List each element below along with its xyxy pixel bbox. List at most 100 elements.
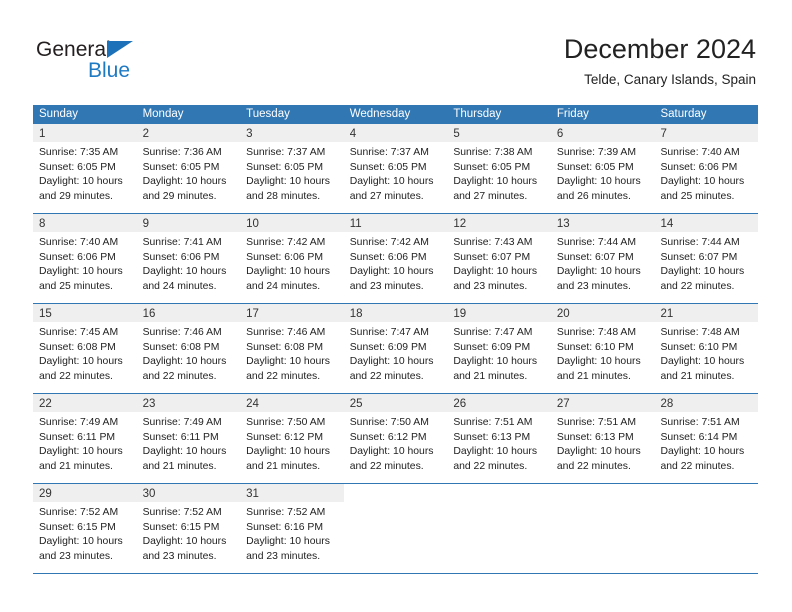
sunset-text: Sunset: 6:09 PM	[453, 341, 531, 353]
daylight-text-line1: Daylight: 10 hours	[660, 356, 745, 368]
sunrise-text: Sunrise: 7:37 AM	[349, 147, 429, 158]
day-number-bar: 31	[240, 484, 344, 502]
sunset-text: Sunset: 6:05 PM	[556, 161, 634, 173]
calendar-day-cell[interactable]: 9 Sunrise: 7:41 AM Sunset: 6:06 PM Daylight…	[136, 214, 241, 303]
calendar-day-cell[interactable]: 13 Sunrise: 7:44 AM Sunset: 6:07 PM Dayligh…	[550, 214, 655, 303]
weekday-header-saturday: Saturday	[660, 108, 707, 120]
day-number-bar: 20	[550, 304, 655, 322]
day-number-bar: 13	[550, 214, 655, 232]
day-number: 11	[349, 218, 362, 230]
daylight-text-line2: and 21 minutes.	[453, 370, 528, 382]
daylight-text-line1: Daylight: 10 hours	[142, 536, 227, 548]
daylight-text-line1: Daylight: 10 hours	[453, 356, 538, 368]
calendar-day-cell[interactable]: 26 Sunrise: 7:51 AM Sunset: 6:13 PM Dayligh…	[447, 394, 551, 483]
day-details: Sunrise: 7:51 AM Sunset: 6:13 PM Daylight:…	[551, 412, 655, 474]
calendar-day-cell[interactable]: 8 Sunrise: 7:40 AM Sunset: 6:06 PM Daylight…	[33, 214, 137, 303]
calendar-day-cell[interactable]: 19 Sunrise: 7:47 AM Sunset: 6:09 PM Dayligh…	[447, 304, 551, 393]
sunrise-text: Sunrise: 7:36 AM	[142, 147, 222, 158]
calendar-day-cell[interactable]: 24 Sunrise: 7:50 AM Sunset: 6:12 PM Dayligh…	[240, 394, 344, 483]
calendar-day-cell[interactable]: 28 Sunrise: 7:51 AM Sunset: 6:14 PM Dayligh…	[654, 394, 759, 483]
calendar-day-cell[interactable]: 3 Sunrise: 7:37 AM Sunset: 6:05 PM Daylight…	[240, 124, 344, 213]
calendar-page: General Blue December 2024 Telde, Canary…	[0, 0, 792, 612]
calendar-day-cell[interactable]: 29 Sunrise: 7:52 AM Sunset: 6:15 PM Dayligh…	[33, 484, 137, 573]
sunrise-text: Sunrise: 7:40 AM	[39, 237, 119, 248]
daylight-text-line1: Daylight: 10 hours	[349, 176, 434, 188]
daylight-text-line1: Daylight: 10 hours	[556, 446, 641, 458]
title-block: December 2024 Telde, Canary Islands, Spa…	[564, 33, 756, 88]
daylight-text-line1: Daylight: 10 hours	[453, 176, 538, 188]
calendar-day-cell[interactable]: 11 Sunrise: 7:42 AM Sunset: 6:06 PM Dayligh…	[343, 214, 448, 303]
day-number: 8	[39, 218, 46, 230]
day-number: 17	[246, 308, 259, 320]
day-number-bar: 8	[33, 214, 137, 232]
calendar-day-cell[interactable]: 21 Sunrise: 7:48 AM Sunset: 6:10 PM Dayligh…	[654, 304, 759, 393]
daylight-text-line2: and 22 minutes.	[453, 460, 528, 472]
day-number: 30	[142, 488, 156, 500]
daylight-text-line1: Daylight: 10 hours	[246, 266, 330, 278]
day-details: Sunrise: 7:38 AM Sunset: 6:05 PM Daylight:…	[447, 142, 551, 204]
daylight-text-line2: and 23 minutes.	[246, 550, 321, 562]
daylight-text-line1: Daylight: 10 hours	[349, 446, 434, 458]
sunrise-text: Sunrise: 7:52 AM	[39, 507, 119, 518]
calendar-day-cell[interactable]: 6 Sunrise: 7:39 AM Sunset: 6:05 PM Daylight…	[550, 124, 655, 213]
weekday-header-thursday: Thursday	[453, 108, 502, 120]
day-number-bar: 2	[136, 124, 241, 142]
calendar-day-cell[interactable]: 18 Sunrise: 7:47 AM Sunset: 6:09 PM Dayligh…	[343, 304, 448, 393]
day-number: 24	[246, 398, 259, 410]
calendar-day-cell[interactable]: 22 Sunrise: 7:49 AM Sunset: 6:11 PM Dayligh…	[33, 394, 137, 483]
day-number: 6	[556, 128, 564, 140]
sunset-text: Sunset: 6:12 PM	[349, 431, 427, 443]
day-details: Sunrise: 7:52 AM Sunset: 6:15 PM Daylight:…	[33, 502, 137, 564]
calendar-day-cell[interactable]: 7 Sunrise: 7:40 AM Sunset: 6:06 PM Daylight…	[654, 124, 759, 213]
logo-triangle-icon	[107, 41, 133, 58]
calendar-day-cell-empty	[550, 484, 655, 573]
sunrise-text: Sunrise: 7:42 AM	[246, 237, 326, 248]
day-number: 31	[246, 488, 259, 500]
sunrise-text: Sunrise: 7:50 AM	[349, 417, 429, 428]
sunrise-text: Sunrise: 7:38 AM	[453, 147, 533, 158]
calendar-day-cell[interactable]: 14 Sunrise: 7:44 AM Sunset: 6:07 PM Dayligh…	[654, 214, 759, 303]
day-number: 1	[39, 128, 46, 140]
day-number: 26	[453, 398, 467, 410]
calendar-day-cell[interactable]: 10 Sunrise: 7:42 AM Sunset: 6:06 PM Dayligh…	[240, 214, 344, 303]
calendar-day-cell[interactable]: 30 Sunrise: 7:52 AM Sunset: 6:15 PM Dayligh…	[136, 484, 241, 573]
day-number: 22	[39, 398, 52, 410]
calendar-day-cell[interactable]: 16 Sunrise: 7:46 AM Sunset: 6:08 PM Dayligh…	[136, 304, 241, 393]
sunset-text: Sunset: 6:09 PM	[349, 341, 427, 353]
day-number-bar: 23	[136, 394, 241, 412]
sunrise-text: Sunrise: 7:46 AM	[142, 327, 222, 338]
calendar-day-cell[interactable]: 15 Sunrise: 7:45 AM Sunset: 6:08 PM Dayligh…	[33, 304, 137, 393]
generalblue-logo[interactable]: General Blue	[36, 38, 166, 86]
day-number: 28	[660, 398, 674, 410]
day-number-bar: 21	[654, 304, 759, 322]
day-number: 4	[349, 128, 357, 140]
daylight-text-line2: and 21 minutes.	[246, 460, 321, 472]
sunrise-text: Sunrise: 7:47 AM	[453, 327, 533, 338]
calendar-day-cell[interactable]: 31 Sunrise: 7:52 AM Sunset: 6:16 PM Dayligh…	[240, 484, 344, 573]
calendar-day-cell[interactable]: 1 Sunrise: 7:35 AM Sunset: 6:05 PM Daylight…	[33, 124, 137, 213]
daylight-text-line2: and 24 minutes.	[142, 280, 217, 292]
sunrise-text: Sunrise: 7:50 AM	[246, 417, 326, 428]
calendar-day-cell[interactable]: 20 Sunrise: 7:48 AM Sunset: 6:10 PM Dayligh…	[550, 304, 655, 393]
day-details: Sunrise: 7:44 AM Sunset: 6:07 PM Daylight:…	[654, 232, 758, 294]
daylight-text-line1: Daylight: 10 hours	[660, 266, 745, 278]
day-details: Sunrise: 7:35 AM Sunset: 6:05 PM Daylight:…	[33, 142, 137, 204]
sunrise-text: Sunrise: 7:49 AM	[39, 417, 119, 428]
day-details: Sunrise: 7:36 AM Sunset: 6:05 PM Daylight:…	[137, 142, 241, 204]
calendar-day-cell[interactable]: 12 Sunrise: 7:43 AM Sunset: 6:07 PM Dayligh…	[447, 214, 551, 303]
logo-text-blue: Blue	[88, 59, 131, 82]
day-details: Sunrise: 7:48 AM Sunset: 6:10 PM Daylight:…	[551, 322, 655, 384]
day-number-bar: 14	[654, 214, 759, 232]
calendar-day-cell[interactable]: 2 Sunrise: 7:36 AM Sunset: 6:05 PM Daylight…	[136, 124, 241, 213]
daylight-text-line2: and 27 minutes.	[453, 190, 528, 202]
calendar-day-cell[interactable]: 27 Sunrise: 7:51 AM Sunset: 6:13 PM Dayligh…	[550, 394, 655, 483]
calendar-day-cell[interactable]: 17 Sunrise: 7:46 AM Sunset: 6:08 PM Dayligh…	[240, 304, 344, 393]
calendar-day-cell[interactable]: 23 Sunrise: 7:49 AM Sunset: 6:11 PM Dayligh…	[136, 394, 241, 483]
day-number: 29	[39, 488, 52, 500]
calendar-day-cell[interactable]: 5 Sunrise: 7:38 AM Sunset: 6:05 PM Daylight…	[447, 124, 551, 213]
calendar-day-cell[interactable]: 25 Sunrise: 7:50 AM Sunset: 6:12 PM Dayligh…	[343, 394, 448, 483]
calendar-day-cell[interactable]: 4 Sunrise: 7:37 AM Sunset: 6:05 PM Daylight…	[343, 124, 448, 213]
day-number-bar: 27	[550, 394, 655, 412]
sunset-text: Sunset: 6:11 PM	[39, 431, 116, 443]
weeks-container: 1 Sunrise: 7:35 AM Sunset: 6:05 PM Daylight…	[33, 124, 759, 573]
